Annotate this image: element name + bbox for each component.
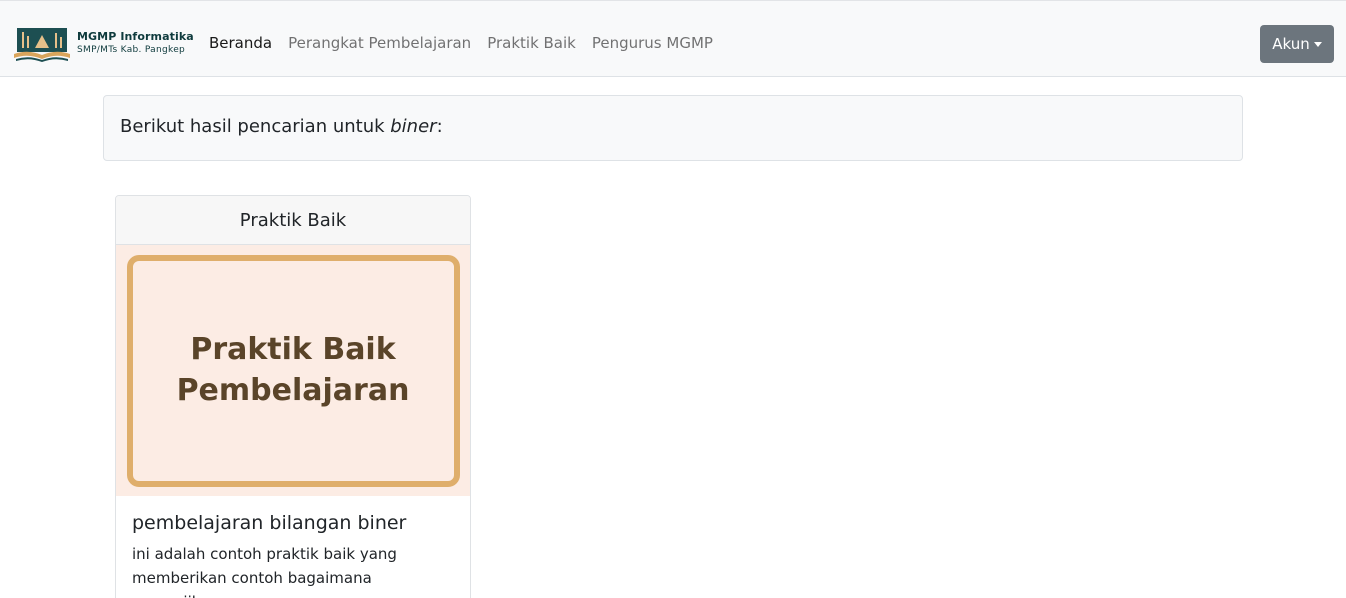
account-button-label: Akun — [1272, 35, 1310, 53]
account-dropdown-button[interactable]: Akun — [1260, 25, 1334, 63]
brand-title: MGMP Informatika — [77, 30, 194, 43]
nav-link-pengurus-mgmp[interactable]: Pengurus MGMP — [592, 34, 713, 52]
caret-down-icon — [1313, 42, 1322, 47]
card-description: ini adalah contoh praktik baik yang memb… — [132, 545, 397, 598]
nav-link-perangkat-pembelajaran[interactable]: Perangkat Pembelajaran — [288, 34, 471, 52]
card-thumbnail[interactable]: Praktik Baik Pembelajaran — [116, 245, 470, 496]
thumbnail-text-line1: Praktik Baik — [190, 332, 396, 367]
thumbnail-text: Praktik Baik Pembelajaran — [116, 329, 470, 411]
nav-link-praktik-baik[interactable]: Praktik Baik — [487, 34, 576, 52]
search-suffix: : — [436, 116, 443, 137]
nav-links: Beranda Perangkat Pembelajaran Praktik B… — [209, 34, 713, 52]
search-prefix: Berikut hasil pencarian untuk — [120, 116, 391, 137]
navbar: MGMP Informatika SMP/MTs Kab. Pangkep Be… — [0, 0, 1346, 77]
search-result-header: Berikut hasil pencarian untuk biner: — [103, 95, 1243, 161]
card-title[interactable]: pembelajaran bilangan biner — [132, 512, 454, 534]
thumbnail-text-line2: Pembelajaran — [176, 373, 410, 408]
brand-subtitle: SMP/MTs Kab. Pangkep — [77, 45, 186, 55]
card-category-header: Praktik Baik — [116, 196, 470, 245]
nav-link-beranda[interactable]: Beranda — [209, 34, 272, 52]
book-logo-icon — [14, 28, 70, 62]
brand-logo-link[interactable]: MGMP Informatika SMP/MTs Kab. Pangkep — [13, 27, 194, 63]
result-card[interactable]: Praktik Baik Praktik Baik Pembelajaran p… — [115, 195, 471, 598]
search-term: biner — [390, 116, 437, 137]
search-result-text: Berikut hasil pencarian untuk biner: — [120, 116, 443, 137]
card-body: pembelajaran bilangan biner ini adalah c… — [116, 496, 470, 598]
